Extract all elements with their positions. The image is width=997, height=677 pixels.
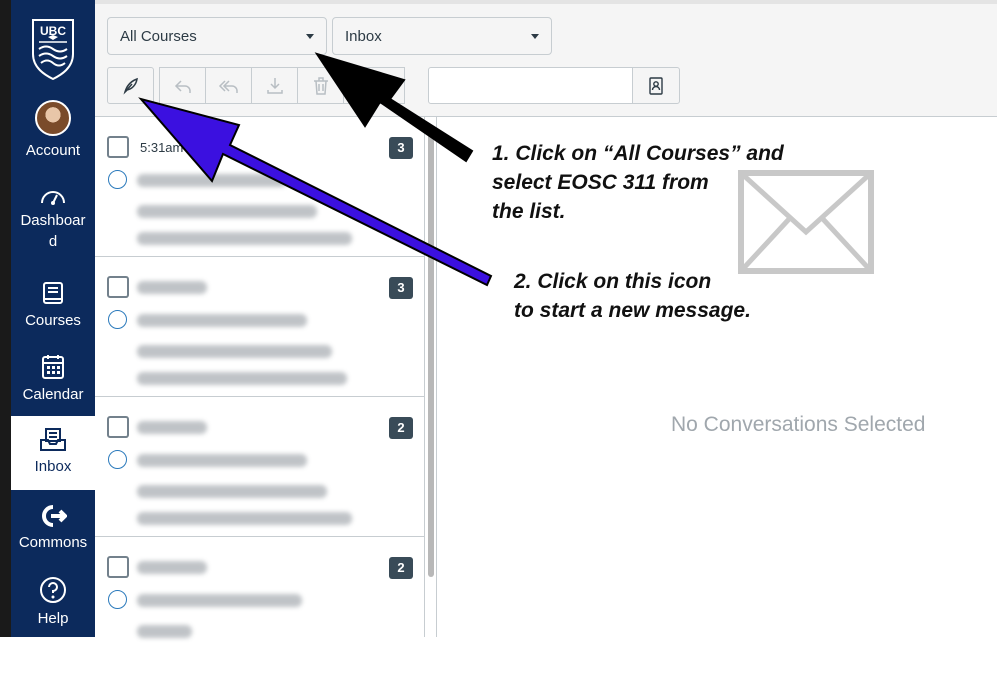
calendar-icon xyxy=(42,355,64,379)
inbox-icon xyxy=(40,428,66,451)
blurred-sender xyxy=(137,561,207,574)
blurred-subject xyxy=(137,454,307,467)
avatar xyxy=(35,100,71,136)
blurred-preview xyxy=(137,345,332,358)
delete-icon xyxy=(313,76,328,95)
message-actions-group xyxy=(159,67,405,104)
blurred-sender xyxy=(137,421,207,434)
course-filter-select[interactable]: All Courses xyxy=(107,17,327,55)
read-status-toggle[interactable] xyxy=(108,170,127,189)
message-count-badge: 2 xyxy=(389,557,413,579)
nav-dashboard-label: Dashboar d xyxy=(20,212,86,250)
read-status-toggle[interactable] xyxy=(108,590,127,609)
conversation-checkbox[interactable] xyxy=(107,276,129,298)
annotation-line: 1. Click on “All Courses” and xyxy=(492,142,784,165)
nav-dashboard[interactable]: Dashboar d xyxy=(11,186,95,252)
reply-icon xyxy=(174,79,191,93)
address-book-icon xyxy=(649,76,663,95)
annotation-line: 2. Click on this icon xyxy=(514,270,712,293)
annotation-line: to start a new message. xyxy=(514,299,751,322)
conversation-row[interactable]: 3 xyxy=(95,257,425,397)
more-actions-button[interactable] xyxy=(343,67,405,104)
nav-commons[interactable]: Commons xyxy=(11,504,95,553)
global-nav: UBC Account Dashboar d Courses Calendar … xyxy=(11,0,95,637)
blurred-subject xyxy=(137,594,302,607)
blurred-preview xyxy=(137,372,347,385)
archive-button[interactable] xyxy=(251,67,298,104)
chevron-down-icon xyxy=(531,34,539,39)
nav-account-label: Account xyxy=(25,142,81,159)
message-count-badge: 3 xyxy=(389,277,413,299)
annotation-line: the list. xyxy=(492,200,566,223)
chevron-down-icon xyxy=(306,34,314,39)
blurred-subject xyxy=(137,314,307,327)
address-book-button[interactable] xyxy=(632,67,680,104)
app-window: UBC Account Dashboar d Courses Calendar … xyxy=(0,0,997,638)
blurred-preview xyxy=(137,625,192,638)
nav-courses-label: Courses xyxy=(25,312,81,329)
read-status-toggle[interactable] xyxy=(108,310,127,329)
blurred-sender xyxy=(137,281,207,294)
search-recipient-input[interactable] xyxy=(428,67,633,104)
conversation-row[interactable]: 2 xyxy=(95,397,425,537)
annotation-step-1: 1. Click on “All Courses” and select EOS… xyxy=(492,139,784,226)
conversation-checkbox[interactable] xyxy=(107,416,129,438)
read-status-toggle[interactable] xyxy=(108,450,127,469)
conversation-list: 5:31am 3 3 2 2 xyxy=(95,117,425,638)
blurred-subject xyxy=(137,174,287,187)
conversation-checkbox[interactable] xyxy=(107,136,129,158)
conversation-checkbox[interactable] xyxy=(107,556,129,578)
nav-inbox[interactable]: Inbox xyxy=(11,416,95,490)
mailbox-filter-select[interactable]: Inbox xyxy=(332,17,552,55)
help-icon xyxy=(40,577,66,603)
message-count-badge: 3 xyxy=(389,137,413,159)
nav-calendar[interactable]: Calendar xyxy=(11,354,95,405)
courses-icon xyxy=(43,282,63,304)
course-filter-value: All Courses xyxy=(120,28,197,45)
message-count-badge: 2 xyxy=(389,417,413,439)
nav-account[interactable]: Account xyxy=(11,100,95,161)
reply-all-icon xyxy=(218,79,238,93)
list-scrollbar[interactable] xyxy=(425,117,437,637)
archive-icon xyxy=(266,77,283,94)
blurred-preview xyxy=(137,205,317,218)
mailbox-filter-value: Inbox xyxy=(345,28,382,45)
conversation-time: 5:31am xyxy=(140,140,184,155)
dashboard-icon xyxy=(41,191,65,205)
blurred-preview xyxy=(137,512,352,525)
scrollbar-thumb[interactable] xyxy=(428,129,434,577)
conversation-row[interactable]: 5:31am 3 xyxy=(95,117,425,257)
reply-all-button[interactable] xyxy=(205,67,252,104)
compose-button-group xyxy=(107,67,154,104)
window-edge xyxy=(0,0,11,637)
ubc-logo[interactable]: UBC xyxy=(31,18,75,80)
conversation-row[interactable]: 2 xyxy=(95,537,425,677)
nav-commons-label: Commons xyxy=(18,534,88,551)
nav-calendar-label: Calendar xyxy=(22,386,84,403)
compose-icon xyxy=(122,77,138,95)
nav-help[interactable]: Help xyxy=(11,576,95,629)
nav-help-label: Help xyxy=(37,610,69,627)
annotation-line: select EOSC 311 from xyxy=(492,171,709,194)
delete-button[interactable] xyxy=(297,67,344,104)
reply-button[interactable] xyxy=(159,67,206,104)
annotation-step-2: 2. Click on this icon to start a new mes… xyxy=(514,267,751,325)
blurred-preview xyxy=(137,232,352,245)
blurred-preview xyxy=(137,485,327,498)
commons-icon xyxy=(42,505,67,527)
compose-button[interactable] xyxy=(107,67,154,104)
no-conversation-message: No Conversations Selected xyxy=(671,413,926,436)
nav-courses[interactable]: Courses xyxy=(11,282,95,331)
nav-inbox-label: Inbox xyxy=(34,458,72,475)
